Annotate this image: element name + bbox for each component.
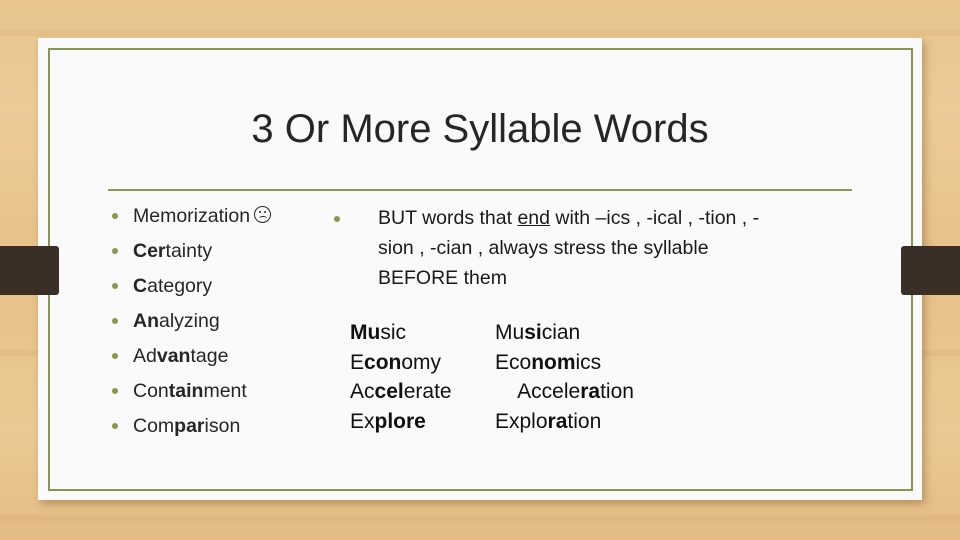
syllable: tage: [190, 345, 229, 367]
stressed-syllable: Cer: [133, 240, 166, 262]
stressed-syllable: Mu: [350, 321, 381, 344]
right-binder-tab: [901, 246, 960, 295]
syllable: Ex: [350, 409, 375, 433]
syllable: erate: [403, 380, 452, 403]
syllable: ison: [204, 415, 241, 437]
word: Economics: [495, 348, 634, 378]
frown-face-icon: [254, 206, 272, 223]
wood-texture: [0, 515, 960, 521]
word: Economy: [350, 348, 452, 378]
syllable: Memorization: [133, 205, 251, 227]
rule-text-line2: sion , -cian , always stress the syllabl…: [378, 237, 709, 259]
rule-text-line1: with –ics , -ical , -tion , -: [550, 207, 760, 229]
word: Music: [350, 318, 452, 348]
stressed-syllable: C: [133, 275, 148, 297]
syllable: Com: [133, 415, 175, 437]
syllable: ment: [203, 380, 247, 402]
base-words-column: Music Economy Accelerate Explore: [350, 318, 452, 436]
syllable: tainty: [165, 240, 213, 262]
syllable: Ad: [133, 345, 157, 367]
word: Accelerate: [350, 377, 452, 407]
rule-text-start: BUT words that: [378, 207, 518, 229]
word: Musician: [495, 318, 634, 348]
stressed-syllable: ra: [580, 380, 601, 403]
syllable: Con: [133, 380, 169, 402]
bullet-icon: [112, 388, 118, 394]
stressed-syllable: con: [364, 350, 402, 374]
stressed-syllable: tain: [168, 380, 204, 402]
rule-text-line3: BEFORE them: [378, 267, 507, 289]
stressed-syllable: si: [524, 321, 542, 344]
list-item: Analyzing: [112, 305, 271, 340]
stressed-syllable: van: [156, 345, 191, 367]
bullet-icon: [112, 318, 118, 324]
syllable: Accele: [495, 380, 581, 403]
list-item: Comparison: [112, 410, 271, 445]
title-divider: [108, 189, 852, 191]
word: Acceleration: [495, 377, 634, 407]
syllable: Explo: [495, 409, 548, 433]
bullet-icon: [112, 213, 118, 219]
bullet-icon: [112, 353, 118, 359]
syllable: cian: [541, 321, 581, 344]
word: Exploration: [495, 407, 634, 437]
rule-underlined-word: end: [517, 207, 550, 229]
syllable: alyzing: [159, 310, 220, 332]
list-item: Memorization: [112, 200, 272, 235]
stressed-syllable: plore: [374, 409, 426, 433]
derived-words-column: Musician Economics Acceleration Exploratio…: [495, 318, 634, 436]
list-item: Advantage: [112, 340, 271, 375]
wood-texture: [0, 30, 960, 36]
left-word-list: Memorization Certainty Category Analyzing Ad…: [112, 200, 272, 445]
stressed-syllable: An: [133, 310, 159, 332]
syllable: Mu: [495, 321, 525, 344]
syllable: omy: [401, 350, 442, 374]
bullet-icon: [334, 216, 340, 222]
syllable: Ac: [350, 380, 375, 403]
bullet-icon: [112, 423, 118, 429]
list-item: Category: [112, 270, 271, 305]
slide-title: 3 Or More Syllable Words: [251, 107, 709, 151]
list-item: Containment: [112, 375, 271, 410]
stressed-syllable: par: [174, 415, 205, 437]
syllable: ategory: [147, 275, 213, 297]
syllable: Eco: [495, 350, 532, 374]
word: Explore: [350, 407, 452, 437]
syllable: sic: [380, 321, 406, 344]
rule-paragraph: BUT words that end with –ics , -ical , -…: [334, 203, 854, 293]
bullet-icon: [112, 283, 118, 289]
syllable: ics: [575, 350, 602, 374]
stressed-syllable: cel: [374, 380, 404, 403]
stressed-syllable: ra: [547, 409, 568, 433]
list-item: Certainty: [112, 235, 271, 270]
stressed-syllable: nom: [531, 350, 576, 374]
syllable: E: [350, 350, 365, 374]
bullet-icon: [112, 248, 118, 254]
syllable: tion: [567, 409, 602, 433]
syllable: tion: [600, 380, 634, 403]
left-binder-tab: [0, 246, 59, 295]
